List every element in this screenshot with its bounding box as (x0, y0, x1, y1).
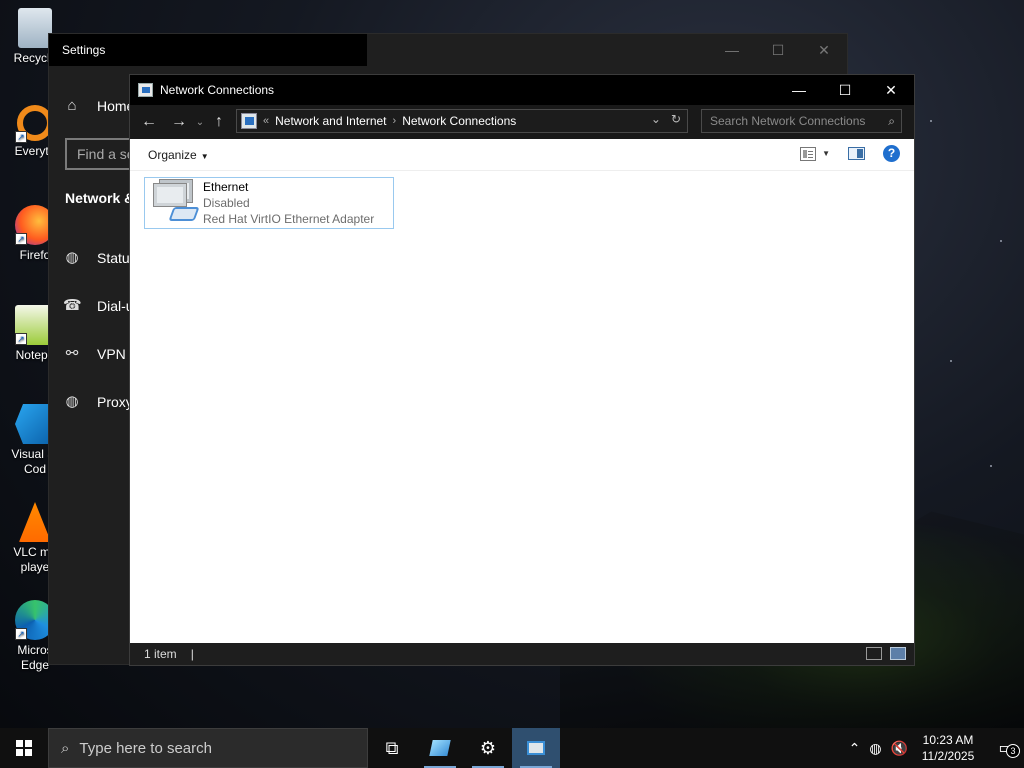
search-icon[interactable]: ⌕ (888, 110, 895, 132)
minimize-icon[interactable]: — (709, 34, 755, 66)
view-options-chevron-icon[interactable]: ▼ (822, 149, 830, 158)
maximize-icon[interactable]: ☐ (755, 34, 801, 66)
wallpaper-star (950, 360, 952, 362)
details-view-icon[interactable] (866, 647, 882, 660)
network-adapter-icon (149, 179, 200, 227)
globe-icon: ◍ (65, 249, 79, 266)
nav-label: Proxy (97, 394, 133, 410)
home-icon: ⌂ (67, 97, 77, 114)
settings-home[interactable]: ⌂ Home (63, 92, 134, 120)
forward-arrow-icon[interactable]: → (166, 113, 192, 131)
globe-icon: ◍ (65, 393, 79, 410)
connection-item-ethernet[interactable]: Ethernet Disabled Red Hat VirtIO Etherne… (144, 177, 394, 229)
start-button[interactable] (0, 728, 48, 768)
volume-muted-icon[interactable]: 🔇 (891, 740, 908, 757)
taskbar-app-network-connections[interactable] (512, 728, 560, 768)
settings-nav-proxy[interactable]: ◍ Proxy (63, 388, 133, 416)
taskbar: ⌕ Type here to search ⧉ ⚙ ⌃ ◍ 🔇 10:23 AM… (0, 728, 1024, 768)
search-input[interactable]: Search Network Connections ⌕ (701, 109, 902, 133)
breadcrumb-network-and-internet[interactable]: Network and Internet (275, 114, 386, 128)
settings-nav-status[interactable]: ◍ Status (63, 244, 136, 272)
notifications-button[interactable]: ▭ 3 (988, 738, 1024, 758)
navigation-bar: ← → ⌄ ↑ « Network and Internet › Network… (130, 105, 914, 139)
recent-locations-chevron-icon[interactable]: ⌄ (192, 117, 208, 128)
minimize-icon[interactable]: — (776, 75, 822, 105)
settings-nav-vpn[interactable]: ⚯ VPN (63, 340, 126, 368)
windows-logo-icon (16, 740, 32, 756)
address-overflow[interactable]: « (263, 115, 269, 127)
taskbar-app-settings[interactable]: ⚙ (464, 728, 512, 768)
close-icon[interactable]: ✕ (801, 34, 847, 66)
breadcrumb-network-connections[interactable]: Network Connections (402, 114, 516, 128)
task-view-icon: ⧉ (385, 737, 399, 758)
connection-name: Ethernet (203, 180, 249, 194)
organize-button[interactable]: Organize ▼ (148, 148, 209, 162)
clock[interactable]: 10:23 AM 11/2/2025 (917, 732, 979, 764)
up-arrow-icon[interactable]: ↑ (208, 113, 230, 131)
connections-list[interactable]: Ethernet Disabled Red Hat VirtIO Etherne… (130, 171, 914, 643)
help-icon[interactable]: ? (883, 145, 900, 162)
wallpaper-star (1000, 240, 1002, 242)
address-dropdown-icon[interactable]: ⌄ (651, 112, 661, 126)
preview-pane-icon[interactable] (848, 147, 865, 160)
maximize-icon[interactable]: ☐ (822, 75, 868, 105)
connection-device: Red Hat VirtIO Ethernet Adapter (203, 212, 375, 226)
clock-date: 11/2/2025 (921, 749, 975, 763)
gear-icon: ⚙ (479, 737, 497, 758)
taskbar-search-input[interactable]: ⌕ Type here to search (48, 728, 368, 768)
control-panel-icon (241, 113, 257, 129)
window-title: Network Connections (160, 83, 275, 97)
notepad-app-icon (429, 740, 451, 756)
vpn-icon: ⚯ (65, 345, 79, 362)
address-bar[interactable]: « Network and Internet › Network Connect… (236, 109, 688, 133)
settings-titlebar: — ☐ ✕ (367, 34, 847, 66)
clock-time: 10:23 AM (922, 733, 974, 747)
search-placeholder: Search Network Connections (710, 114, 866, 128)
network-globe-icon[interactable]: ◍ (869, 740, 881, 757)
connection-status: Disabled (203, 196, 250, 210)
settings-nav-dialup[interactable]: ☎ Dial-u (63, 292, 134, 320)
breadcrumb-separator-icon: › (392, 115, 397, 127)
network-connections-app-icon (527, 741, 545, 755)
taskbar-search-placeholder: Type here to search (79, 739, 212, 757)
wallpaper-star (990, 465, 992, 467)
chevron-down-icon: ▼ (200, 151, 209, 161)
dialup-icon: ☎ (63, 297, 82, 314)
status-divider: | (190, 647, 194, 661)
network-connections-icon (138, 83, 153, 97)
task-view-button[interactable]: ⧉ (368, 728, 416, 768)
command-bar: Organize ▼ ▼ ? (130, 139, 914, 171)
settings-section-title: Network & (65, 190, 135, 206)
refresh-icon[interactable]: ↻ (671, 112, 681, 126)
system-tray: ⌃ ◍ 🔇 10:23 AM 11/2/2025 ▭ 3 (849, 728, 1024, 768)
change-view-icon[interactable] (800, 146, 817, 161)
organize-label: Organize (148, 147, 197, 162)
taskbar-app-notepad[interactable] (416, 728, 464, 768)
item-count: 1 item (144, 647, 177, 661)
network-connections-window[interactable]: Network Connections — ☐ ✕ ← → ⌄ ↑ « Netw… (129, 74, 915, 666)
notification-count-badge: 3 (1006, 744, 1020, 758)
back-arrow-icon[interactable]: ← (136, 113, 162, 131)
search-icon: ⌕ (61, 739, 70, 757)
recycle-bin-icon (18, 8, 52, 48)
wallpaper-star (930, 120, 932, 122)
chevron-up-icon[interactable]: ⌃ (849, 740, 861, 757)
status-bar: 1 item | (130, 643, 914, 665)
close-icon[interactable]: ✕ (868, 75, 914, 105)
window-titlebar: Network Connections — ☐ ✕ (130, 75, 914, 105)
large-icons-view-icon[interactable] (890, 647, 906, 660)
nav-label: VPN (97, 346, 126, 362)
